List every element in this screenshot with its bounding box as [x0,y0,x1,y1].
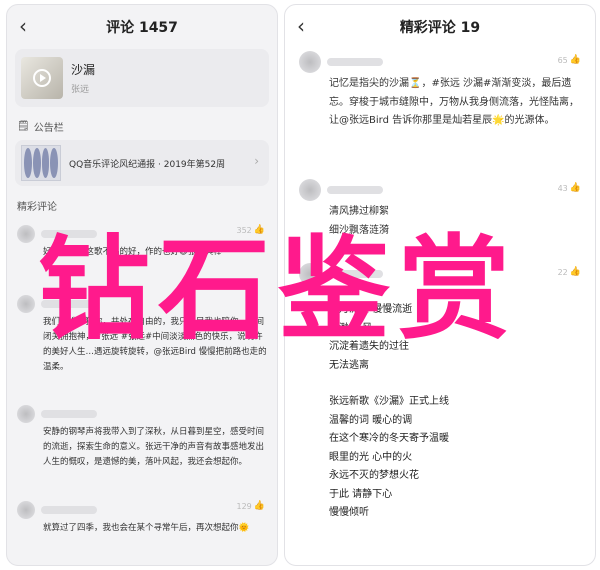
comments-screen-right: ‹ 精彩评论 19 65 👍 记忆是指尖的沙漏⏳，#张远 沙漏#渐渐变淡，最后遗忘… [284,4,596,566]
notice-icon: 🗒 [17,121,30,132]
lyric-line: 温馨的词 暖心的调 [329,414,413,426]
chevron-right-icon: › [254,154,259,168]
comment-item: 22 👍 [285,261,595,301]
comment-item: 65 👍 记忆是指尖的沙漏⏳，#张远 沙漏#渐渐变淡，最后遗忘。穿梭于城市缝隙中，… [285,49,595,177]
comment-text: 好好听啊！这歌不唱的好，作的也好😆张远真棒 [43,246,222,257]
song-card[interactable]: 沙漏 张远 [15,49,269,107]
lyric-line: 无法逃离 [329,359,369,371]
song-name: 沙漏 [71,63,96,77]
album-cover[interactable] [21,57,63,99]
page-title: 评论 1457 [106,20,178,36]
song-artist: 张远 [71,85,90,95]
comment-item: 129 👍 就算过了四季，我也会在某个寻常午后，再次想起你🌞 [7,495,277,542]
avatar[interactable] [17,500,35,519]
lyrics-comment: 岁月流过 慢慢流逝 飘渺的 风 沉淀着遗失的过往 无法逃离 张远新歌《沙漏》正式… [329,301,595,523]
username-blurred [41,505,97,514]
avatar[interactable] [299,263,321,285]
like-count[interactable]: 22 👍 [558,267,581,277]
thumb-up-icon[interactable]: 👍 [570,267,581,277]
comment-item: 352 👍 好好听啊！这歌不唱的好，作的也好😆张远真棒 [7,219,277,289]
lyric-line: 沉淀着遗失的过往 [329,341,409,352]
notice-card[interactable]: QQ音乐评论风纪通报 · 2019年第52周 › [15,140,269,186]
avatar[interactable] [299,51,321,73]
comment-text: 安静的钢琴声将我带入到了深秋，从日暮到星空，感受时间的流逝，探索生命的意义。张远… [43,426,265,467]
like-count[interactable]: 352 👍 [237,225,266,235]
thumb-up-icon[interactable]: 👍 [254,225,265,235]
avatar[interactable] [17,404,35,423]
play-icon[interactable] [33,69,51,87]
comments-screen-left: ‹ 评论 1457 沙漏 张远 🗒 公告栏 QQ音乐评论风纪通报 · 2019年… [6,4,278,566]
screenshot-stage: ‹ 评论 1457 沙漏 张远 🗒 公告栏 QQ音乐评论风纪通报 · 2019年… [0,0,600,570]
comment-item: 43 👍 清风拂过柳絮 细沙飘落涟漪 [285,177,595,261]
username-blurred [41,299,97,308]
thumb-up-icon[interactable]: 👍 [254,501,265,511]
top-bar: ‹ 评论 1457 [7,5,277,49]
comment-text: 记忆是指尖的沙漏⏳，#张远 沙漏#渐渐变淡，最后遗忘。穿梭于城市缝隙中，万物从我… [329,78,579,126]
lyric-line: 岁月流过 慢慢流逝 [329,304,413,315]
comment-text: 清风拂过柳絮 细沙飘落涟漪 [329,206,389,236]
avatar[interactable] [17,294,35,313]
page-title: 精彩评论 19 [399,20,481,36]
notice-label: 🗒 公告栏 [7,107,277,140]
thumb-up-icon[interactable]: 👍 [570,183,581,193]
top-bar: ‹ 精彩评论 19 [285,5,595,49]
lyric-line: 张远新歌《沙漏》正式上线 [329,396,449,407]
lyric-line: 永远不灭的梦想火花 [329,470,419,481]
notice-label-text: 公告栏 [33,123,64,134]
comment-item: 安静的钢琴声将我带入到了深秋，从日暮到星空，感受时间的流逝，探索生命的意义。张远… [7,399,277,495]
lyric-line: 飘渺的 风 [329,322,373,334]
lyric-line: 慢慢倾听 [329,507,369,518]
notice-title: QQ音乐评论风纪通报 · 2019年第52周 [69,159,226,170]
lyric-line [329,375,595,393]
song-meta: 沙漏 张远 [71,61,95,95]
notice-thumbnail [21,145,61,181]
back-arrow-icon[interactable]: ‹ [19,15,41,37]
comment-text: 就算过了四季，我也会在某个寻常午后，再次想起你🌞 [43,522,250,533]
avatar[interactable] [17,224,35,243]
comment-text: 我们要选择独你，共处在自由的，我只陪目我也陪你，人间闭关拥抱神，#张远 #张远#… [43,316,267,372]
username-blurred [327,270,383,278]
comment-item: 我们要选择独你，共处在自由的，我只陪目我也陪你，人间闭关拥抱神，#张远 #张远#… [7,289,277,399]
username-blurred [327,186,383,194]
username-blurred [327,58,383,66]
username-blurred [41,229,97,238]
username-blurred [41,409,97,418]
featured-comments-heading: 精彩评论 [17,202,57,213]
lyric-line: 眼里的光 心中的火 [329,451,413,463]
like-count[interactable]: 65 👍 [558,55,581,65]
like-count[interactable]: 129 👍 [237,501,266,511]
like-count[interactable]: 43 👍 [558,183,581,193]
thumb-up-icon[interactable]: 👍 [570,55,581,65]
avatar[interactable] [299,179,321,201]
lyric-line: 在这个寒冷的冬天寄予温暖 [329,433,449,444]
lyric-line: 于此 请静下心 [329,488,393,500]
back-arrow-icon[interactable]: ‹ [297,15,319,37]
